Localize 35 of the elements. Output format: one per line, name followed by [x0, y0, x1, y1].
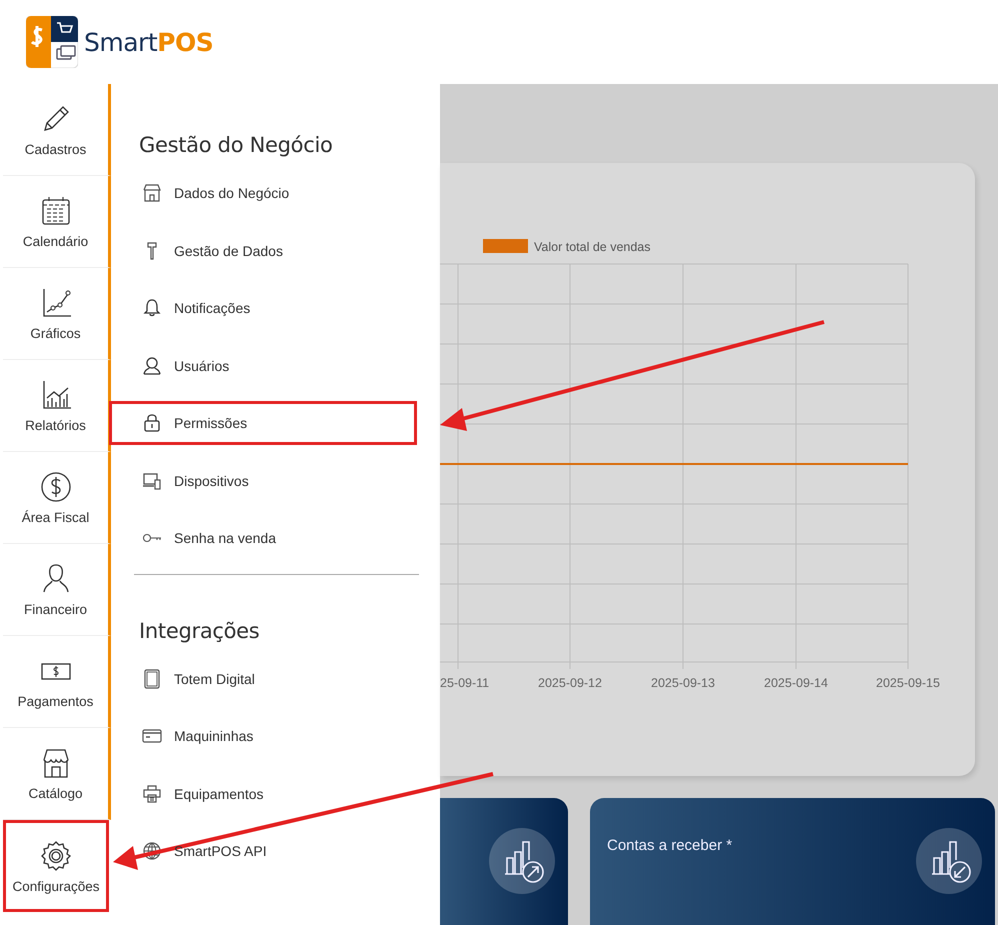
tablet-icon: [142, 668, 162, 688]
sidebar-item[interactable]: Configurações: [3, 820, 109, 912]
axis-label: 2025-09-15: [876, 676, 940, 690]
globe-icon: [142, 841, 162, 861]
axis-label: 2025-09-12: [538, 676, 602, 690]
settings-icon: [39, 838, 73, 872]
lock-icon: [142, 413, 162, 433]
logo-text: SmartPOS: [84, 28, 214, 56]
menu-item[interactable]: Maquininhas: [109, 714, 417, 758]
menu-item[interactable]: SmartPOS API: [109, 829, 417, 873]
logo-icon: [26, 16, 78, 68]
section-title: Integrações: [139, 618, 260, 642]
menu-item[interactable]: Gestão de Dados: [109, 228, 417, 272]
bell-icon: [142, 298, 162, 318]
menu-item[interactable]: Dispositivos: [109, 458, 417, 502]
menu-item[interactable]: Permissões: [109, 401, 417, 445]
axis-label: 2025-09-14: [764, 676, 828, 690]
dollar-icon: [38, 470, 72, 504]
menu-item[interactable]: Senha na venda: [109, 516, 417, 560]
menu-item[interactable]: Dados do Negócio: [109, 171, 417, 215]
menu-item[interactable]: Notificações: [109, 286, 417, 330]
legend-label: Valor total de vendas: [534, 240, 651, 254]
printer-icon: [142, 784, 162, 804]
menu-item[interactable]: Usuários: [109, 344, 417, 388]
menu-item[interactable]: Equipamentos: [109, 772, 417, 816]
chart-down-icon: [916, 828, 982, 894]
chart-up-icon: [489, 828, 555, 894]
axis-label: 25-09-11: [440, 676, 490, 690]
card-title: Contas a receber *: [607, 837, 732, 856]
section-title: Gestão do Negócio: [139, 133, 334, 157]
storefront-icon: [142, 183, 162, 203]
menu-item[interactable]: Totem Digital: [109, 656, 417, 700]
devices-icon: [142, 470, 162, 490]
axis-label: 2025-09-13: [651, 676, 715, 690]
user-icon: [142, 356, 162, 376]
